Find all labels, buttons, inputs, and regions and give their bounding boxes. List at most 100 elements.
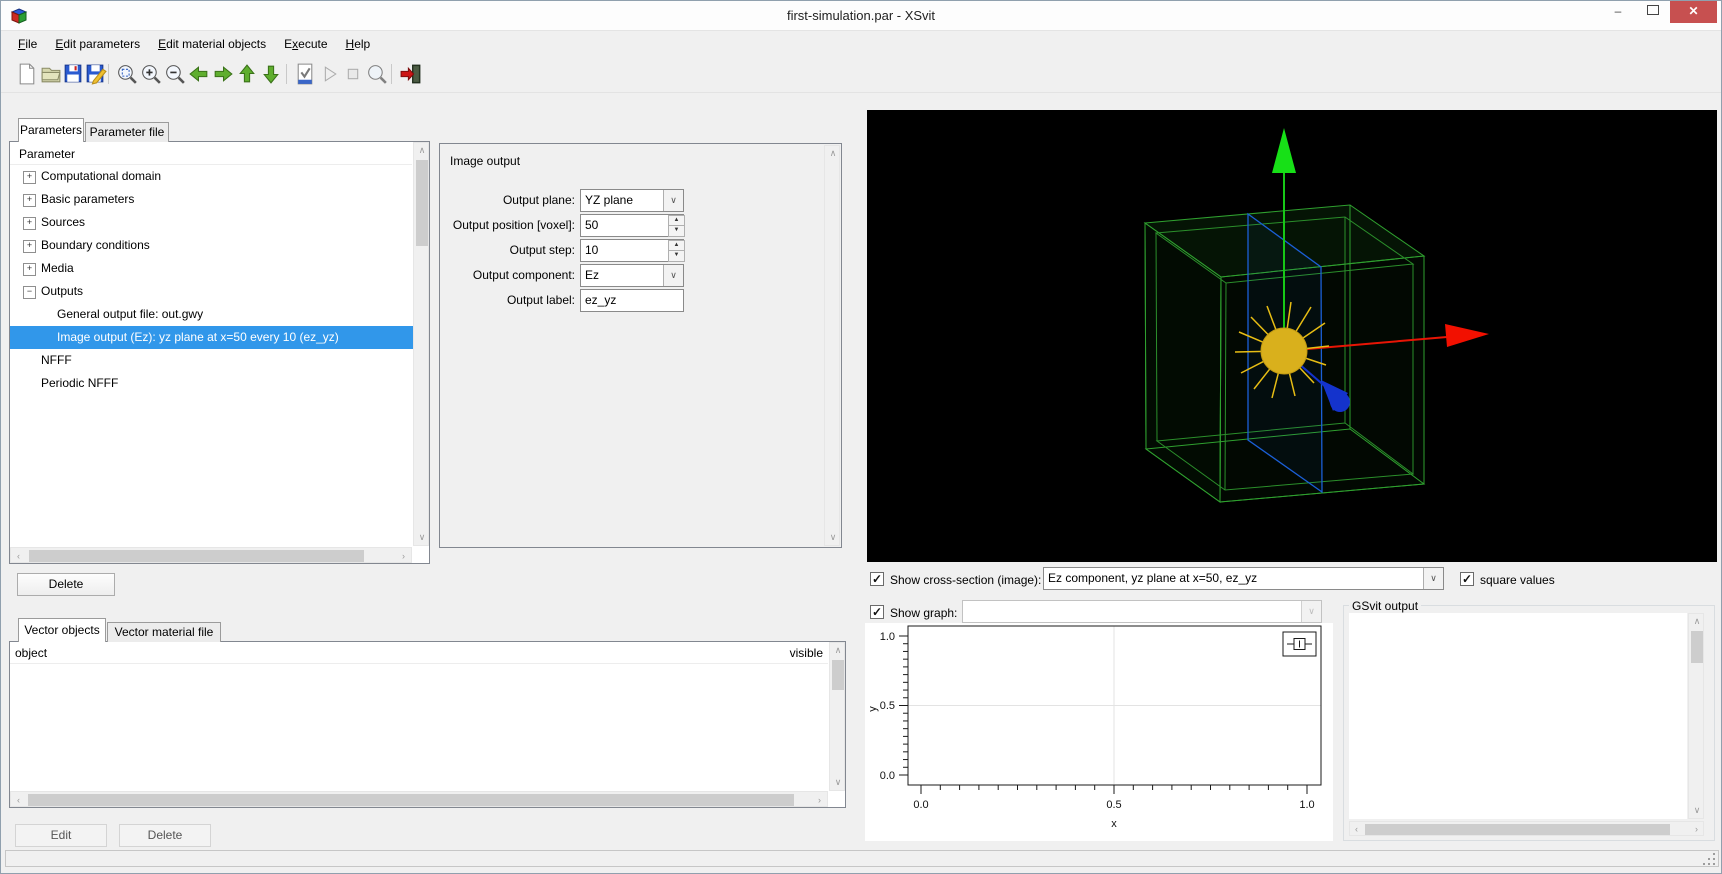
output-component-combo[interactable]: Ez ∨	[580, 264, 684, 287]
tab-vector-material-file[interactable]: Vector material file	[107, 622, 221, 642]
edit-object-button[interactable]: Edit	[15, 824, 107, 847]
save-icon[interactable]	[61, 62, 85, 86]
nav-right-icon[interactable]	[211, 62, 235, 86]
scroll-left-icon[interactable]: ‹	[11, 548, 26, 564]
spin-down-icon[interactable]: ▼	[668, 250, 685, 262]
tree-item-nfff[interactable]: NFFF	[10, 349, 413, 372]
status-bar	[5, 850, 1719, 867]
collapse-icon[interactable]: −	[23, 286, 36, 299]
tab-vector-objects[interactable]: Vector objects	[18, 618, 106, 642]
quit-icon[interactable]	[399, 62, 423, 86]
scroll-up-icon[interactable]: ∧	[414, 143, 430, 158]
tree-item-periodic-nfff[interactable]: Periodic NFFF	[10, 372, 413, 395]
expander-icon[interactable]: +	[23, 171, 36, 184]
show-cross-section-checkbox[interactable]: ✓	[870, 572, 884, 586]
graph-widget[interactable]: 1.0 0.5 0.0 0.0 0.5 1.0 x y	[865, 623, 1333, 841]
scroll-thumb[interactable]	[832, 660, 844, 690]
zoom-fit-icon[interactable]	[115, 62, 139, 86]
scroll-down-icon[interactable]: ∨	[830, 775, 846, 790]
zoom-out-icon[interactable]	[163, 62, 187, 86]
tree-item-basic-parameters[interactable]: + Basic parameters	[10, 188, 413, 211]
list-hscrollbar[interactable]: ‹ ›	[10, 791, 828, 807]
new-file-icon[interactable]	[15, 62, 39, 86]
tab-parameter-file[interactable]: Parameter file	[85, 122, 169, 142]
scroll-thumb[interactable]	[1691, 631, 1703, 663]
inspect-icon[interactable]	[365, 62, 389, 86]
output-position-spinbox[interactable]: 50 ▲ ▼	[580, 214, 685, 237]
gsvit-output-textarea[interactable]	[1349, 613, 1687, 819]
minimize-button[interactable]: –	[1599, 1, 1637, 23]
expander-icon[interactable]: +	[23, 263, 36, 276]
tree-item-computational-domain[interactable]: + Computational domain	[10, 165, 413, 188]
output-plane-combo[interactable]: YZ plane ∨	[580, 189, 684, 212]
tree-vscrollbar[interactable]: ∧ ∨	[413, 142, 429, 546]
save-as-icon[interactable]	[83, 62, 107, 86]
scroll-right-icon[interactable]: ›	[396, 548, 411, 564]
expander-icon[interactable]: +	[23, 240, 36, 253]
scroll-down-icon[interactable]: ∨	[414, 530, 430, 545]
gsvit-hscrollbar[interactable]: ‹ ›	[1349, 821, 1704, 836]
menu-edit-material-objects[interactable]: Edit material objects	[149, 33, 275, 55]
graph-legend-button[interactable]	[1282, 631, 1317, 657]
graph-select-combo[interactable]: ∨	[962, 600, 1322, 623]
delete-object-button[interactable]: Delete	[119, 824, 211, 847]
tree-item-image-output-selected[interactable]: Image output (Ez): yz plane at x=50 ever…	[10, 326, 413, 349]
expander-icon[interactable]: +	[23, 217, 36, 230]
tree-item-outputs[interactable]: − Outputs	[10, 280, 413, 303]
chevron-down-icon[interactable]: ∨	[1423, 568, 1443, 589]
scroll-up-icon[interactable]: ∧	[825, 146, 841, 161]
chevron-down-icon[interactable]: ∨	[1301, 601, 1321, 622]
square-values-checkbox[interactable]: ✓	[1460, 572, 1474, 586]
expander-icon[interactable]: +	[23, 194, 36, 207]
nav-left-icon[interactable]	[187, 62, 211, 86]
scroll-left-icon[interactable]: ‹	[11, 792, 26, 808]
check-parameters-icon[interactable]	[293, 62, 317, 86]
open-file-icon[interactable]	[39, 62, 63, 86]
chevron-down-icon[interactable]: ∨	[663, 265, 683, 286]
cross-section-combo[interactable]: Ez component, yz plane at x=50, ez_yz ∨	[1043, 567, 1444, 590]
scroll-thumb[interactable]	[1365, 824, 1670, 835]
list-vscrollbar[interactable]: ∧ ∨	[829, 642, 845, 791]
gsvit-vscrollbar[interactable]: ∧ ∨	[1688, 613, 1704, 819]
run-icon[interactable]	[317, 62, 341, 86]
resize-grip[interactable]	[1703, 853, 1717, 867]
delete-output-button[interactable]: Delete	[17, 573, 115, 596]
menu-help[interactable]: Help	[337, 33, 380, 55]
maximize-button[interactable]	[1637, 1, 1669, 23]
zoom-in-icon[interactable]	[139, 62, 163, 86]
scroll-down-icon[interactable]: ∨	[1689, 803, 1705, 818]
stop-icon[interactable]	[341, 62, 365, 86]
menu-edit-parameters[interactable]: Edit parameters	[46, 33, 149, 55]
chevron-down-icon[interactable]: ∨	[663, 190, 683, 211]
maximize-icon	[1647, 5, 1659, 15]
scroll-left-icon[interactable]: ‹	[1350, 822, 1363, 837]
form-vscrollbar[interactable]: ∧ ∨	[824, 145, 840, 546]
menu-file[interactable]: File	[9, 33, 46, 55]
close-button[interactable]: ✕	[1670, 1, 1717, 23]
scroll-thumb[interactable]	[28, 794, 794, 806]
square-values-label: square values	[1480, 573, 1555, 587]
tree-item-general-output-file[interactable]: General output file: out.gwy	[10, 303, 413, 326]
tree-item-boundary-conditions[interactable]: + Boundary conditions	[10, 234, 413, 257]
output-label-input[interactable]	[580, 289, 684, 312]
spin-down-icon[interactable]: ▼	[668, 225, 685, 237]
scroll-thumb[interactable]	[29, 550, 364, 562]
output-step-spinbox[interactable]: 10 ▲ ▼	[580, 239, 685, 262]
scroll-right-icon[interactable]: ›	[1690, 822, 1703, 837]
tree-item-sources[interactable]: + Sources	[10, 211, 413, 234]
scene-3d-viewport[interactable]	[867, 110, 1717, 562]
show-graph-checkbox[interactable]: ✓	[870, 605, 884, 619]
scroll-up-icon[interactable]: ∧	[830, 643, 846, 658]
scroll-down-icon[interactable]: ∨	[825, 530, 841, 545]
scroll-right-icon[interactable]: ›	[812, 792, 827, 808]
scroll-up-icon[interactable]: ∧	[1689, 614, 1705, 629]
nav-down-icon[interactable]	[259, 62, 283, 86]
tree-item-media[interactable]: + Media	[10, 257, 413, 280]
tab-parameters[interactable]: Parameters	[18, 118, 84, 142]
scroll-thumb[interactable]	[416, 160, 428, 246]
tree-hscrollbar[interactable]: ‹ ›	[10, 547, 412, 563]
menu-execute[interactable]: Execute	[275, 33, 336, 55]
nav-up-icon[interactable]	[235, 62, 259, 86]
title-bar[interactable]: first-simulation.par - XSvit – ✕	[1, 1, 1721, 31]
vector-objects-list	[9, 641, 846, 808]
